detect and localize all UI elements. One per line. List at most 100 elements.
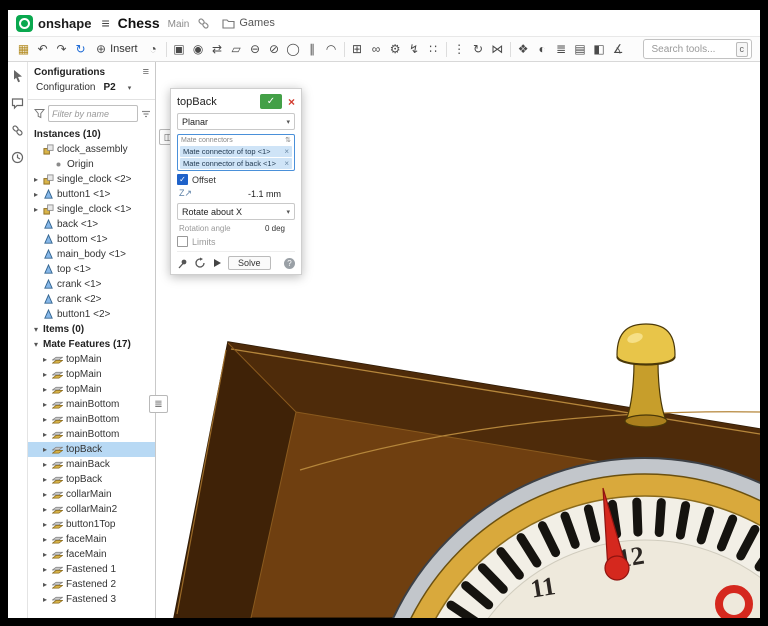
configurations-menu-icon[interactable]: ≡ [143, 66, 149, 78]
tree-item-mainback[interactable]: ▸mainBack [28, 457, 155, 472]
display-states-icon[interactable]: ◐ [533, 39, 552, 59]
rack-pinion-icon[interactable]: ∷ [424, 39, 443, 59]
revolute-mate-icon[interactable]: ◉ [189, 39, 208, 59]
limits-checkbox-row[interactable]: Limits [177, 236, 295, 247]
offset-checkbox-row[interactable]: ✓ Offset [177, 174, 295, 185]
expand-arrow-icon[interactable]: ▸ [41, 595, 49, 604]
items-section-row[interactable]: ▾ Items (0) [28, 322, 155, 337]
list-flyout-button[interactable]: ≣ [149, 395, 168, 413]
tree-item-facemain[interactable]: ▸faceMain [28, 547, 155, 562]
gear-relation-icon[interactable]: ⚙ [386, 39, 405, 59]
mate-relation-icon[interactable]: ∞ [367, 39, 386, 59]
offset-axis-icon[interactable]: Z↗ [179, 188, 192, 199]
remove-connector-icon[interactable]: × [284, 159, 289, 168]
configuration-row[interactable]: Configuration P2 ▾ [28, 80, 155, 100]
expand-arrow-icon[interactable]: ▸ [41, 355, 49, 364]
solve-button[interactable]: Solve [228, 256, 271, 270]
redo-icon[interactable]: ↷ [52, 39, 71, 59]
search-tools-input[interactable] [650, 43, 732, 56]
tree-item-crank-1-[interactable]: crank <1> [28, 277, 155, 292]
tree-item-button1-2-[interactable]: button1 <2> [28, 307, 155, 322]
tree-item-crank-2-[interactable]: crank <2> [28, 292, 155, 307]
expand-arrow-icon[interactable]: ▸ [32, 190, 40, 199]
tree-item-button1top[interactable]: ▸button1Top [28, 517, 155, 532]
linear-pattern-icon[interactable]: ⋮ [450, 39, 469, 59]
expand-arrow-icon[interactable]: ▸ [32, 175, 40, 184]
planar-mate-icon[interactable]: ▱ [227, 39, 246, 59]
expand-arrow-icon[interactable]: ▸ [41, 430, 49, 439]
undo-icon[interactable]: ↶ [33, 39, 52, 59]
expand-arrow-icon[interactable]: ▸ [41, 385, 49, 394]
expand-arrow-icon[interactable]: ▸ [41, 400, 49, 409]
rotate-axis-select[interactable]: Rotate about X ▾ [177, 203, 295, 220]
history-icon[interactable] [11, 151, 24, 169]
mirror-icon[interactable]: ⋈ [488, 39, 507, 59]
play-icon[interactable] [212, 258, 222, 268]
expand-arrow-icon[interactable]: ▸ [41, 490, 49, 499]
expand-arrow-icon[interactable]: ▸ [41, 580, 49, 589]
instances-header[interactable]: Instances (10) [28, 126, 155, 142]
expand-arrow-icon[interactable]: ▸ [41, 460, 49, 469]
help-icon[interactable]: ? [284, 258, 295, 269]
tree-item-facemain[interactable]: ▸faceMain [28, 532, 155, 547]
tree-item-mainbottom[interactable]: ▸mainBottom [28, 412, 155, 427]
ball-mate-icon[interactable]: ◯ [284, 39, 303, 59]
main-menu-icon[interactable]: ≡ [101, 15, 109, 31]
tree-item-fastened-1[interactable]: ▸Fastened 1 [28, 562, 155, 577]
circular-pattern-icon[interactable]: ↻ [469, 39, 488, 59]
tree-item-button1-1-[interactable]: ▸button1 <1> [28, 187, 155, 202]
offset-value-input[interactable]: -1.1 mm [248, 189, 281, 199]
tree-item-clock-assembly[interactable]: clock_assembly [28, 142, 155, 157]
tree-item-back-1-[interactable]: back <1> [28, 217, 155, 232]
link-icon[interactable] [11, 124, 24, 142]
limits-checkbox[interactable] [177, 236, 188, 247]
expand-arrow-icon[interactable]: ▸ [41, 565, 49, 574]
reorder-icon[interactable]: ⇅ [285, 136, 291, 144]
tree-item-fastened-3[interactable]: ▸Fastened 3 [28, 592, 155, 607]
tree-item-topmain[interactable]: ▸topMain [28, 382, 155, 397]
remove-connector-icon[interactable]: × [284, 147, 289, 156]
onshape-logo[interactable]: onshape [16, 15, 91, 32]
pin-slot-mate-icon[interactable]: ⊘ [265, 39, 284, 59]
mate-type-select[interactable]: Planar ▾ [177, 113, 295, 130]
tree-item-single-clock-1-[interactable]: ▸single_clock <1> [28, 202, 155, 217]
tree-item-topback[interactable]: ▸topBack [28, 472, 155, 487]
parallel-mate-icon[interactable]: ∥ [303, 39, 322, 59]
group-icon[interactable]: ⊞ [348, 39, 367, 59]
expand-arrow-icon[interactable]: ▸ [41, 370, 49, 379]
cancel-button[interactable]: × [288, 95, 295, 109]
pin-icon[interactable] [177, 258, 188, 269]
animate-mate-icon[interactable] [194, 257, 206, 269]
mate-connector-item[interactable]: Mate connector of top <1> × [180, 146, 292, 157]
bom-icon[interactable]: ▤ [571, 39, 590, 59]
expand-arrow-icon[interactable]: ▸ [41, 505, 49, 514]
tree-item-single-clock-2-[interactable]: ▸single_clock <2> [28, 172, 155, 187]
tree-item-topmain[interactable]: ▸topMain [28, 367, 155, 382]
filter-input[interactable] [48, 105, 138, 122]
screw-relation-icon[interactable]: ↯ [405, 39, 424, 59]
expand-arrow-icon[interactable]: ▸ [32, 205, 40, 214]
rotation-angle-value[interactable]: 0 deg [265, 224, 285, 233]
expand-arrow-icon[interactable]: ▸ [41, 520, 49, 529]
expand-arrow-icon[interactable]: ▸ [41, 535, 49, 544]
mate-connector-icon[interactable]: ◔ [144, 39, 163, 59]
section-view-icon[interactable]: ◧ [590, 39, 609, 59]
expand-arrow-icon[interactable]: ▸ [41, 415, 49, 424]
slider-mate-icon[interactable]: ⇄ [208, 39, 227, 59]
named-positions-icon[interactable]: ≣ [552, 39, 571, 59]
tree-item-main-body-1-[interactable]: main_body <1> [28, 247, 155, 262]
mate-connector-item[interactable]: Mate connector of back <1> × [180, 158, 292, 169]
cylindrical-mate-icon[interactable]: ⊖ [246, 39, 265, 59]
tree-item-mainbottom[interactable]: ▸mainBottom [28, 427, 155, 442]
tree-item-collarmain[interactable]: ▸collarMain [28, 487, 155, 502]
measure-icon[interactable]: ∡ [609, 39, 628, 59]
expand-arrow-icon[interactable]: ▸ [41, 445, 49, 454]
sync-icon[interactable]: ↻ [71, 39, 90, 59]
tangent-mate-icon[interactable]: ◠ [322, 39, 341, 59]
tree-item-topmain[interactable]: ▸topMain [28, 352, 155, 367]
tree-item-fastened-2[interactable]: ▸Fastened 2 [28, 577, 155, 592]
tree-item-mainbottom[interactable]: ▸mainBottom [28, 397, 155, 412]
insert-button[interactable]: ⊕ Insert [90, 39, 144, 59]
filter-options-icon[interactable] [141, 109, 151, 119]
mate-features-section-row[interactable]: ▾ Mate Features (17) [28, 337, 155, 352]
